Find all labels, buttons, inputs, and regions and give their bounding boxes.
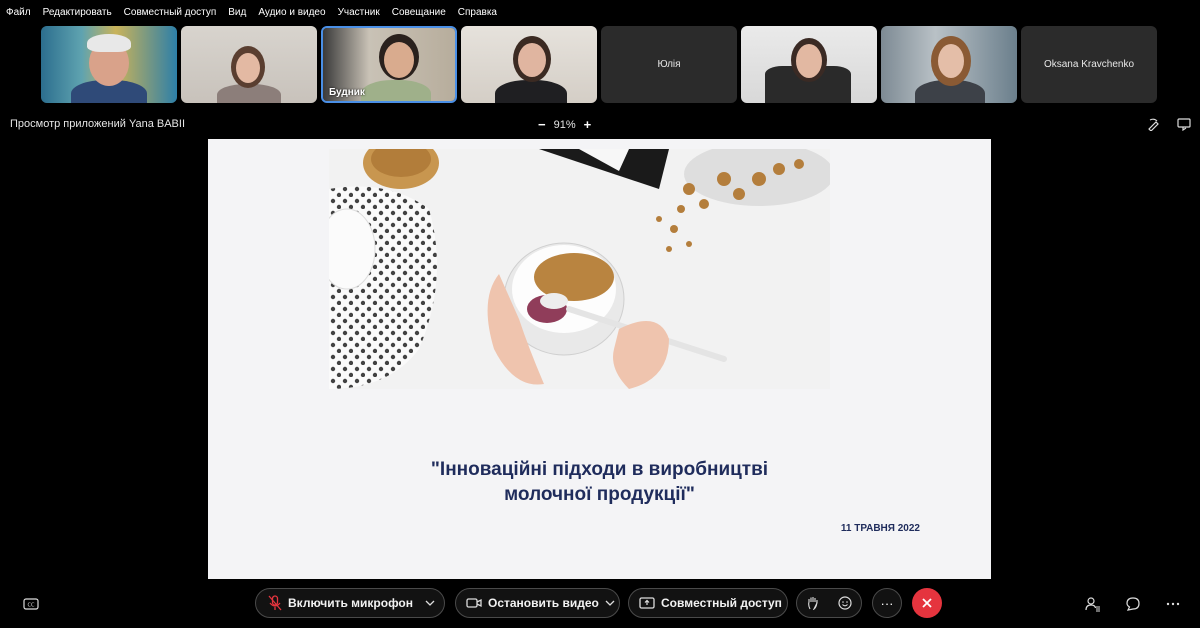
participant-video xyxy=(881,26,1017,103)
participant-tile[interactable]: Юлія xyxy=(601,26,737,103)
zoom-out-button[interactable]: − xyxy=(538,117,546,132)
participant-tile-active[interactable]: Будник xyxy=(321,26,457,103)
menu-file[interactable]: Файл xyxy=(6,7,31,18)
share-tools xyxy=(1146,116,1192,132)
chat-icon[interactable] xyxy=(1124,596,1142,612)
participant-name: Юлія xyxy=(657,59,681,70)
participant-video xyxy=(741,26,877,103)
menu-audio-video[interactable]: Аудио и видео xyxy=(258,7,325,18)
participant-strip: Будник Юлія Oksana Kravchenko xyxy=(41,26,1157,104)
participant-tile[interactable] xyxy=(181,26,317,103)
remote-control-icon[interactable] xyxy=(1176,116,1192,132)
menu-view[interactable]: Вид xyxy=(228,7,246,18)
menu-bar: Файл Редактировать Совместный доступ Вид… xyxy=(0,0,1200,24)
share-button[interactable]: Совместный доступ xyxy=(628,588,788,618)
annotate-icon[interactable] xyxy=(1146,116,1162,132)
participant-tile[interactable] xyxy=(461,26,597,103)
menu-help[interactable]: Справка xyxy=(458,7,497,18)
participant-tile[interactable] xyxy=(881,26,1017,103)
more-options-icon: ··· xyxy=(880,595,894,611)
zoom-control: − 91% + xyxy=(538,117,591,132)
meeting-controls: CC Включить микрофон Остановить видео Со… xyxy=(0,584,1200,624)
mic-muted-icon xyxy=(268,595,282,611)
video-label: Остановить видео xyxy=(488,596,599,610)
captions-icon[interactable]: CC xyxy=(22,596,40,612)
share-screen-icon xyxy=(639,597,655,609)
zoom-level: 91% xyxy=(553,118,576,131)
slide-title-line-2: молочної продукції" xyxy=(504,484,695,505)
menu-share[interactable]: Совместный доступ xyxy=(124,7,217,18)
video-camera-icon xyxy=(466,597,482,609)
slide-title: "Інноваційні підходи в виробництві молоч… xyxy=(308,457,891,507)
share-label: Совместный доступ xyxy=(661,596,782,610)
participant-tile[interactable]: Oksana Kravchenko xyxy=(1021,26,1157,103)
menu-participant[interactable]: Участник xyxy=(338,7,380,18)
share-title: Просмотр приложений Yana BABII xyxy=(10,118,185,130)
svg-text:CC: CC xyxy=(28,603,35,609)
menu-edit[interactable]: Редактировать xyxy=(43,7,112,18)
zoom-in-button[interactable]: + xyxy=(584,117,592,132)
slide-date: 11 ТРАВНЯ 2022 xyxy=(840,523,920,534)
shared-slide: "Інноваційні підходи в виробництві молоч… xyxy=(208,139,991,579)
end-call-button[interactable] xyxy=(912,588,942,618)
participants-panel-icon[interactable] xyxy=(1084,596,1102,612)
participant-name: Будник xyxy=(329,87,365,98)
participant-tile[interactable] xyxy=(41,26,177,103)
participant-video xyxy=(41,26,177,103)
participant-name: Oksana Kravchenko xyxy=(1043,59,1135,70)
granola-photo xyxy=(329,149,830,389)
reactions-group xyxy=(796,588,862,618)
participant-video xyxy=(181,26,317,103)
emoji-reaction-icon[interactable] xyxy=(837,596,852,610)
participant-video xyxy=(461,26,597,103)
share-header: Просмотр приложений Yana BABII − 91% + xyxy=(0,114,1200,136)
overflow-menu-icon[interactable] xyxy=(1164,596,1182,612)
close-icon xyxy=(922,598,932,608)
participant-tile[interactable] xyxy=(741,26,877,103)
raise-hand-icon[interactable] xyxy=(807,596,819,610)
more-options-button[interactable]: ··· xyxy=(872,588,902,618)
chevron-down-icon[interactable] xyxy=(425,600,435,606)
menu-meeting[interactable]: Совещание xyxy=(392,7,446,18)
mic-button[interactable]: Включить микрофон xyxy=(255,588,445,618)
mic-label: Включить микрофон xyxy=(288,596,414,610)
chevron-down-icon[interactable] xyxy=(605,600,615,606)
slide-title-line-1: "Інноваційні підходи в виробництві xyxy=(430,459,769,480)
video-button[interactable]: Остановить видео xyxy=(455,588,620,618)
